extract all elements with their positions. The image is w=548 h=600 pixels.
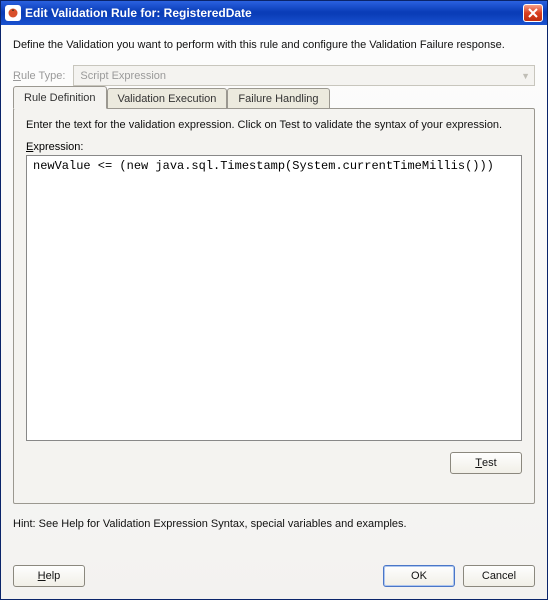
rule-definition-help: Enter the text for the validation expres…: [26, 119, 522, 131]
rule-type-value: Script Expression: [80, 70, 166, 82]
dialog-window: Edit Validation Rule for: RegisteredDate…: [0, 0, 548, 600]
app-icon: [5, 5, 21, 21]
rule-definition-panel: Enter the text for the validation expres…: [14, 109, 534, 482]
help-button[interactable]: Help: [13, 565, 85, 587]
hint-text: Hint: See Help for Validation Expression…: [13, 518, 535, 530]
footer: Help OK Cancel: [13, 565, 535, 587]
instruction-text: Define the Validation you want to perfor…: [13, 39, 535, 51]
cancel-button[interactable]: Cancel: [463, 565, 535, 587]
rule-type-row: Rule Type: Script Expression ▼: [13, 65, 535, 86]
expression-label: Expression:: [26, 141, 522, 153]
tab-strip: Rule Definition Validation Execution Fai…: [13, 86, 330, 108]
chevron-down-icon: ▼: [521, 71, 530, 81]
rule-type-select[interactable]: Script Expression ▼: [73, 65, 535, 86]
ok-button[interactable]: OK: [383, 565, 455, 587]
test-row: Test: [26, 452, 522, 474]
footer-right: OK Cancel: [383, 565, 535, 587]
close-button[interactable]: [523, 4, 543, 22]
tab-rule-definition[interactable]: Rule Definition: [13, 86, 107, 109]
titlebar[interactable]: Edit Validation Rule for: RegisteredDate: [1, 1, 547, 25]
test-button[interactable]: Test: [450, 452, 522, 474]
titlebar-left: Edit Validation Rule for: RegisteredDate: [5, 5, 252, 21]
tabs-wrap: Rule Definition Validation Execution Fai…: [13, 108, 535, 504]
expression-textarea[interactable]: [26, 155, 522, 441]
window-title: Edit Validation Rule for: RegisteredDate: [25, 6, 252, 20]
dialog-body: Define the Validation you want to perfor…: [1, 25, 547, 599]
tab-failure-handling[interactable]: Failure Handling: [227, 88, 329, 108]
tab-validation-execution[interactable]: Validation Execution: [107, 88, 228, 108]
tab-panel: Enter the text for the validation expres…: [13, 108, 535, 504]
rule-type-label: Rule Type:: [13, 70, 65, 82]
